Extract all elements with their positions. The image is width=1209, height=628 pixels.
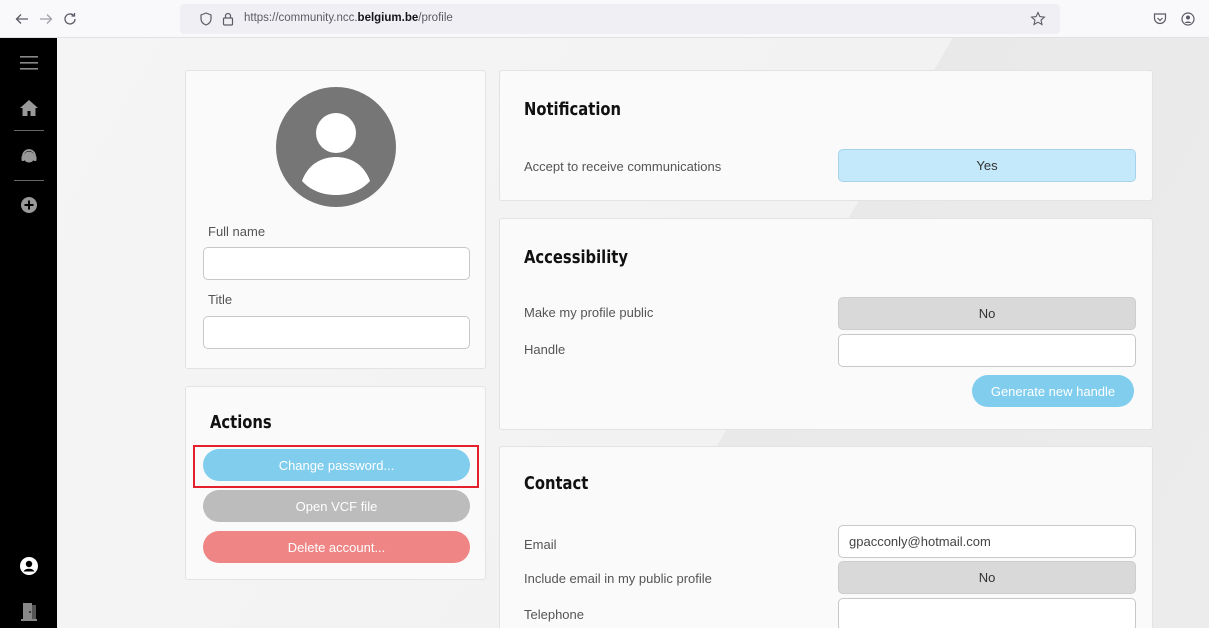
- sidebar-divider: [14, 180, 44, 181]
- handle-label: Handle: [524, 342, 566, 357]
- accessibility-title: Accessibility: [524, 247, 628, 268]
- full-name-label: Full name: [208, 224, 266, 239]
- notification-card: Notification Accept to receive communica…: [499, 70, 1153, 201]
- contact-title: Contact: [524, 473, 589, 494]
- telephone-label: Telephone: [524, 607, 584, 622]
- accept-communications-label: Accept to receive communications: [524, 159, 722, 174]
- url-bar[interactable]: https://community.ncc.belgium.be/profile: [180, 4, 1060, 34]
- lock-icon[interactable]: [220, 11, 236, 27]
- notification-title: Notification: [524, 99, 622, 120]
- actions-title: Actions: [210, 412, 272, 433]
- generate-handle-button[interactable]: Generate new handle: [972, 375, 1134, 407]
- include-email-toggle[interactable]: No: [838, 561, 1136, 594]
- add-circle-icon[interactable]: [14, 190, 44, 220]
- accept-communications-toggle[interactable]: Yes: [838, 149, 1136, 182]
- delete-account-button[interactable]: Delete account...: [203, 531, 470, 563]
- home-icon[interactable]: [14, 93, 44, 123]
- pocket-icon[interactable]: [1150, 9, 1170, 29]
- handle-input[interactable]: [838, 334, 1136, 367]
- title-input[interactable]: [203, 316, 470, 349]
- full-name-input[interactable]: [203, 247, 470, 280]
- browser-toolbar: https://community.ncc.belgium.be/profile: [0, 0, 1209, 38]
- forward-icon[interactable]: [36, 9, 56, 29]
- public-profile-toggle[interactable]: No: [838, 297, 1136, 330]
- url-text[interactable]: https://community.ncc.belgium.be/profile: [244, 12, 453, 24]
- user-account-icon[interactable]: [14, 551, 44, 581]
- sidebar-divider: [14, 130, 44, 131]
- app-sidebar: [0, 38, 57, 628]
- title-label: Title: [208, 292, 233, 307]
- avatar: [276, 87, 396, 207]
- account-icon[interactable]: [1178, 9, 1198, 29]
- bookmark-star-icon[interactable]: [1028, 9, 1048, 29]
- public-profile-label: Make my profile public: [524, 305, 654, 320]
- logout-door-icon[interactable]: [14, 596, 44, 626]
- reload-icon[interactable]: [60, 9, 80, 29]
- support-headset-icon[interactable]: [14, 142, 44, 172]
- contact-card: Contact Email Include email in my public…: [499, 446, 1153, 628]
- open-vcf-button[interactable]: Open VCF file: [203, 490, 470, 522]
- main-content: Full name Title Actions Change password.…: [57, 38, 1209, 628]
- shield-icon[interactable]: [198, 11, 214, 27]
- menu-icon[interactable]: [14, 48, 44, 78]
- profile-card: Full name Title: [185, 70, 486, 369]
- email-input[interactable]: [838, 525, 1136, 558]
- user-avatar-icon: [276, 87, 396, 207]
- accessibility-card: Accessibility Make my profile public No …: [499, 218, 1153, 430]
- include-email-label: Include email in my public profile: [524, 571, 712, 586]
- highlight-box: [193, 445, 479, 488]
- email-label: Email: [524, 537, 557, 552]
- telephone-input[interactable]: [838, 598, 1136, 628]
- back-icon[interactable]: [12, 9, 32, 29]
